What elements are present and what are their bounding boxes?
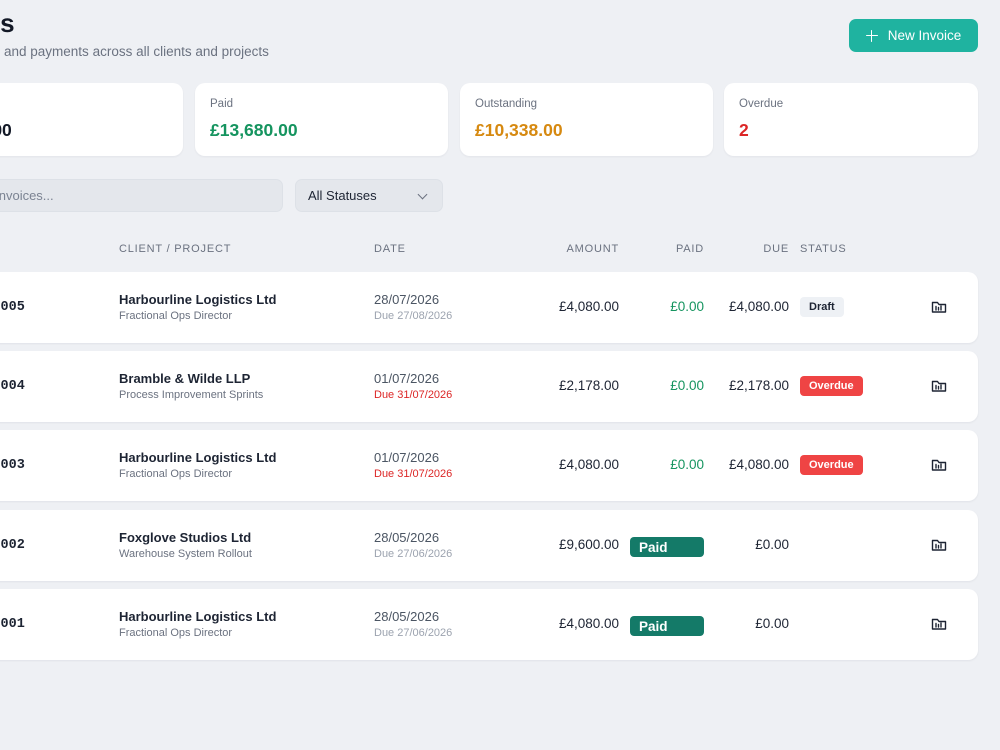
due-value: £4,080.00 bbox=[728, 457, 789, 472]
page-subtitle: es and payments across all clients and p… bbox=[0, 44, 269, 59]
table-row[interactable]: 2607-005 Harbourline Logistics Ltd Fractio… bbox=[0, 272, 978, 343]
amount-value: £4,080.00 bbox=[558, 299, 619, 314]
stat-label: Overdue bbox=[739, 98, 784, 110]
invoice-number: 2607-005 bbox=[0, 300, 25, 315]
amount-value: £2,178.00 bbox=[558, 378, 619, 393]
stat-card-paid: Paid £13,680.00 bbox=[195, 83, 448, 156]
invoice-date: 01/07/2026 bbox=[374, 450, 440, 465]
amount-value: £4,080.00 bbox=[558, 616, 619, 631]
invoice-number: 2605-002 bbox=[0, 538, 25, 553]
status-badge: Overdue bbox=[800, 455, 863, 475]
table-row[interactable]: 2605-002 Foxglove Studios Ltd Warehouse Sy… bbox=[0, 510, 978, 581]
page-title: es bbox=[0, 8, 15, 38]
client-name: Harbourline Logistics Ltd bbox=[119, 292, 277, 307]
table-row[interactable]: 2605-001 Harbourline Logistics Ltd Fractio… bbox=[0, 589, 978, 660]
project-name: Warehouse System Rollout bbox=[119, 548, 252, 560]
client-name: Harbourline Logistics Ltd bbox=[119, 609, 277, 624]
stat-card-outstanding: Outstanding £10,338.00 bbox=[460, 83, 713, 156]
due-date: Due 31/07/2026 bbox=[374, 389, 453, 401]
project-name: Process Improvement Sprints bbox=[119, 389, 264, 401]
stat-label: Outstanding bbox=[475, 98, 538, 110]
stat-label: Paid bbox=[210, 98, 234, 110]
invoice-pdf-icon[interactable] bbox=[931, 299, 947, 315]
amount-value: £9,600.00 bbox=[558, 537, 619, 552]
new-invoice-label: New Invoice bbox=[887, 28, 962, 43]
amount-value: £4,080.00 bbox=[558, 457, 619, 472]
client-name: Bramble & Wilde LLP bbox=[119, 371, 251, 386]
stat-value: 18.00 bbox=[0, 120, 12, 140]
client-name: Foxglove Studios Ltd bbox=[119, 530, 252, 545]
chevron-down-icon bbox=[417, 189, 428, 200]
table-row[interactable]: 2607-004 Bramble & Wilde LLP Process Impro… bbox=[0, 351, 978, 422]
due-date: Due 27/08/2026 bbox=[374, 310, 453, 322]
stat-card-overdue: Overdue 2 bbox=[724, 83, 978, 156]
project-name: Fractional Ops Director bbox=[119, 627, 233, 639]
status-filter-value: All Statuses bbox=[308, 188, 377, 203]
search-box bbox=[0, 179, 283, 212]
column-header-client: CLIENT / PROJECT bbox=[119, 243, 232, 255]
due-value: £0.00 bbox=[755, 537, 789, 552]
new-invoice-button[interactable]: New Invoice bbox=[849, 19, 978, 52]
due-value: £0.00 bbox=[755, 616, 789, 631]
project-name: Fractional Ops Director bbox=[119, 310, 233, 322]
invoice-pdf-icon[interactable] bbox=[931, 537, 947, 553]
stat-value: 2 bbox=[739, 120, 749, 140]
invoice-date: 28/05/2026 bbox=[374, 530, 440, 545]
invoice-pdf-icon[interactable] bbox=[931, 457, 947, 473]
column-header-paid: PAID bbox=[675, 243, 704, 255]
due-date: Due 27/06/2026 bbox=[374, 548, 453, 560]
paid-value: £0.00 bbox=[670, 299, 704, 314]
status-badge: Overdue bbox=[800, 376, 863, 396]
status-badge: Paid bbox=[630, 616, 704, 636]
status-badge: Draft bbox=[800, 297, 844, 317]
paid-value: £0.00 bbox=[670, 378, 704, 393]
invoice-date: 28/05/2026 bbox=[374, 609, 440, 624]
invoice-number: 2607-003 bbox=[0, 458, 25, 473]
status-filter-select[interactable]: All Statuses bbox=[295, 179, 443, 212]
paid-value: £0.00 bbox=[670, 457, 704, 472]
invoice-pdf-icon[interactable] bbox=[931, 378, 947, 394]
column-header-date: DATE bbox=[374, 243, 406, 255]
client-name: Harbourline Logistics Ltd bbox=[119, 450, 277, 465]
due-value: £2,178.00 bbox=[728, 378, 789, 393]
stat-card-invoiced: ced 18.00 bbox=[0, 83, 183, 156]
invoice-number: 2607-004 bbox=[0, 379, 25, 394]
due-date: Due 27/06/2026 bbox=[374, 627, 453, 639]
invoice-number: 2605-001 bbox=[0, 617, 25, 632]
stat-value: £13,680.00 bbox=[210, 120, 298, 140]
due-date: Due 31/07/2026 bbox=[374, 468, 453, 480]
due-value: £4,080.00 bbox=[728, 299, 789, 314]
status-badge: Paid bbox=[630, 537, 704, 557]
column-header-amount: AMOUNT bbox=[566, 243, 619, 255]
table-row[interactable]: 2607-003 Harbourline Logistics Ltd Fractio… bbox=[0, 430, 978, 501]
invoice-pdf-icon[interactable] bbox=[931, 616, 947, 632]
search-input[interactable] bbox=[0, 180, 282, 211]
column-header-status: STATUS bbox=[800, 243, 847, 255]
stat-value: £10,338.00 bbox=[475, 120, 563, 140]
invoices-page: es es and payments across all clients an… bbox=[0, 0, 1000, 750]
column-header-due: DUE bbox=[763, 243, 789, 255]
invoice-date: 28/07/2026 bbox=[374, 292, 440, 307]
plus-icon bbox=[865, 29, 878, 42]
project-name: Fractional Ops Director bbox=[119, 468, 233, 480]
invoice-date: 01/07/2026 bbox=[374, 371, 440, 386]
